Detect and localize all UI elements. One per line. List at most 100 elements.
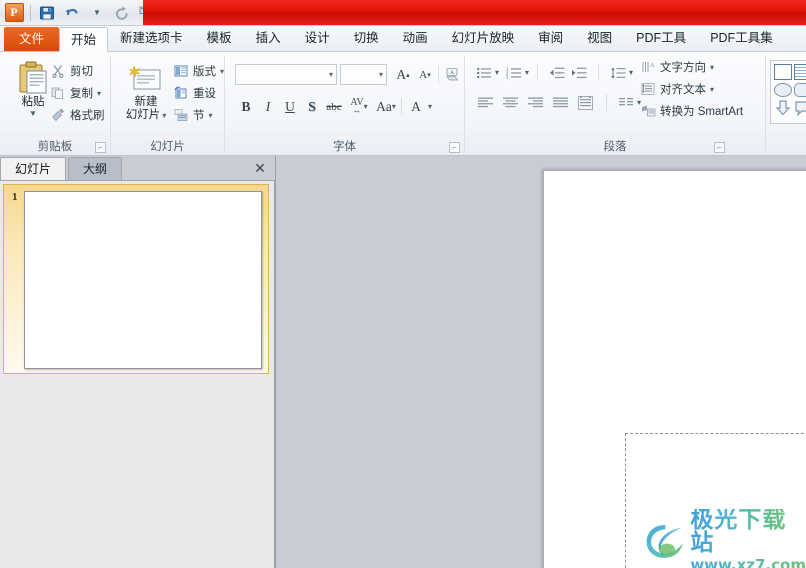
text-direction-caret-icon[interactable]: ▾ <box>710 63 714 72</box>
bullets-button[interactable] <box>473 62 495 83</box>
grow-font-button[interactable]: A ▴ <box>392 64 414 85</box>
line-spacing-button[interactable] <box>607 62 629 83</box>
change-case-button[interactable]: Aa ▾ <box>373 96 399 117</box>
redo-icon <box>116 5 128 20</box>
tab-slideshow[interactable]: 幻灯片放映 <box>440 26 527 51</box>
font-size-combo[interactable]: ▾ <box>340 64 387 85</box>
font-color-caret-icon[interactable]: ▾ <box>428 102 432 111</box>
clear-formatting-button[interactable]: A <box>441 64 463 85</box>
distribute-text-button[interactable] <box>573 92 598 113</box>
undo-dropdown-button[interactable]: ▼ <box>86 2 108 24</box>
bullets-caret-icon[interactable]: ▾ <box>495 68 499 77</box>
thumbnail-preview[interactable] <box>24 191 262 369</box>
font-color-button[interactable]: A <box>404 96 428 117</box>
tab-file[interactable]: 文件 <box>4 27 60 51</box>
align-right-button[interactable] <box>523 92 548 113</box>
panel-tab-slides[interactable]: 幻灯片 <box>0 157 67 180</box>
bold-button[interactable]: B <box>235 96 257 117</box>
character-spacing-button[interactable]: AV ↔ ▾ <box>345 96 373 117</box>
tab-template[interactable]: 模板 <box>195 26 244 51</box>
numbering-button[interactable]: 1 2 3 <box>503 62 525 83</box>
shape-rounded-rect-icon[interactable] <box>794 83 806 97</box>
watermark-url: www.xz7.com <box>690 557 806 568</box>
panel-tab-strip[interactable]: 幻灯片 大纲 ✕ <box>0 156 275 180</box>
section-button[interactable]: 节 ▾ <box>173 104 224 126</box>
shape-rectangle-icon[interactable] <box>774 64 792 80</box>
bold-icon: B <box>241 98 251 114</box>
clipboard-dialog-launcher[interactable]: ⌐ <box>95 142 106 153</box>
format-painter-button[interactable]: 格式刷 <box>50 104 105 126</box>
tab-design[interactable]: 设计 <box>293 26 342 51</box>
paragraph-dialog-launcher[interactable]: ⌐ <box>714 142 725 153</box>
tab-view[interactable]: 视图 <box>575 26 624 51</box>
copy-button[interactable]: 复制 ▾ <box>50 82 105 104</box>
align-left-button[interactable] <box>473 92 498 113</box>
copy-dropdown-caret-icon[interactable]: ▾ <box>97 89 101 98</box>
shrink-font-button[interactable]: A ▾ <box>414 64 436 85</box>
convert-to-smartart-button[interactable]: 转换为 SmartArt <box>640 100 743 122</box>
shape-down-arrow-icon[interactable] <box>774 100 792 116</box>
thumbnail-item-1[interactable]: 1 <box>3 184 269 374</box>
shape-callout-icon[interactable] <box>794 100 806 116</box>
change-case-caret-icon[interactable]: ▾ <box>392 102 396 111</box>
app-menu-button[interactable]: P <box>3 2 25 24</box>
align-text-caret-icon[interactable]: ▾ <box>710 85 714 94</box>
panel-tab-outline[interactable]: 大纲 <box>68 157 123 180</box>
ribbon-group-slides: 新建 幻灯片 ▾ 版式 ▾ 重设 节 ▾ 幻灯片 <box>111 52 224 156</box>
font-name-chevron-down-icon[interactable]: ▾ <box>329 70 333 79</box>
new-slide-button[interactable]: 新建 幻灯片 ▾ <box>119 58 173 122</box>
align-center-button[interactable] <box>498 92 523 113</box>
decrease-indent-icon <box>550 67 565 78</box>
font-color-icon: A <box>411 98 421 114</box>
undo-button[interactable] <box>61 2 83 24</box>
text-shadow-icon: S <box>308 98 316 114</box>
underline-icon: U <box>285 98 295 114</box>
cut-button[interactable]: 剪切 <box>50 60 105 82</box>
redo-button[interactable] <box>111 2 133 24</box>
slide-thumbnail-panel: 幻灯片 大纲 ✕ 1 <box>0 156 275 568</box>
align-text-button[interactable]: 对齐文本 ▾ <box>640 78 743 100</box>
layout-button[interactable]: 版式 ▾ <box>173 60 224 82</box>
tab-insert[interactable]: 插入 <box>244 26 293 51</box>
reset-label: 重设 <box>193 88 216 100</box>
font-name-combo[interactable]: ▾ <box>235 64 337 85</box>
justify-button[interactable] <box>548 92 573 113</box>
tab-transition[interactable]: 切换 <box>342 26 391 51</box>
section-dropdown-caret-icon[interactable]: ▾ <box>209 111 213 120</box>
shape-textbox-icon[interactable] <box>794 64 806 80</box>
increase-indent-button[interactable] <box>568 62 590 83</box>
text-direction-label: 文字方向 <box>660 62 706 74</box>
line-spacing-caret-icon[interactable]: ▾ <box>629 68 633 77</box>
shape-oval-icon[interactable] <box>774 83 792 97</box>
thumbnail-number: 1 <box>12 191 18 203</box>
ribbon-tab-strip[interactable]: 文件 开始 新建选项卡 模板 插入 设计 切换 动画 幻灯片放映 审阅 视图 P… <box>0 26 806 52</box>
close-panel-button[interactable]: ✕ <box>251 159 269 177</box>
strikethrough-button[interactable]: abc <box>323 96 345 117</box>
save-button[interactable] <box>36 2 58 24</box>
tab-pdf-toolset[interactable]: PDF工具集 <box>698 26 785 51</box>
font-size-chevron-down-icon[interactable]: ▾ <box>379 70 383 79</box>
undo-icon <box>65 8 78 15</box>
italic-button[interactable]: I <box>257 96 279 117</box>
font-dialog-launcher[interactable]: ⌐ <box>449 142 460 153</box>
text-shadow-button[interactable]: S <box>301 96 323 117</box>
shrink-font-icon: A <box>419 68 428 81</box>
text-direction-button[interactable]: A 文字方向 ▾ <box>640 56 743 78</box>
tab-pdf-tools[interactable]: PDF工具 <box>624 26 698 51</box>
underline-button[interactable]: U <box>279 96 301 117</box>
title-bar: P ▼ <box>0 0 806 26</box>
tab-new-tab[interactable]: 新建选项卡 <box>108 26 195 51</box>
tab-review[interactable]: 审阅 <box>526 26 575 51</box>
align-text-icon <box>640 81 656 97</box>
tab-home[interactable]: 开始 <box>59 27 109 52</box>
new-slide-dropdown-caret-icon[interactable]: ▾ <box>162 109 166 122</box>
paste-dropdown-caret-icon[interactable]: ▼ <box>29 109 37 118</box>
columns-button[interactable] <box>615 92 637 113</box>
numbering-caret-icon[interactable]: ▾ <box>525 68 529 77</box>
decrease-indent-button[interactable] <box>546 62 568 83</box>
tab-animation[interactable]: 动画 <box>391 26 440 51</box>
reset-button[interactable]: 重设 <box>173 82 224 104</box>
ribbon: 粘贴 ▼ 剪切 复制 ▾ 格式刷 剪贴板 ⌐ 新建 幻灯片 ▾ 版式 ▾ 重设 … <box>0 52 806 156</box>
thumbnail-list[interactable]: 1 <box>0 180 274 568</box>
character-spacing-caret-icon[interactable]: ▾ <box>364 102 368 111</box>
